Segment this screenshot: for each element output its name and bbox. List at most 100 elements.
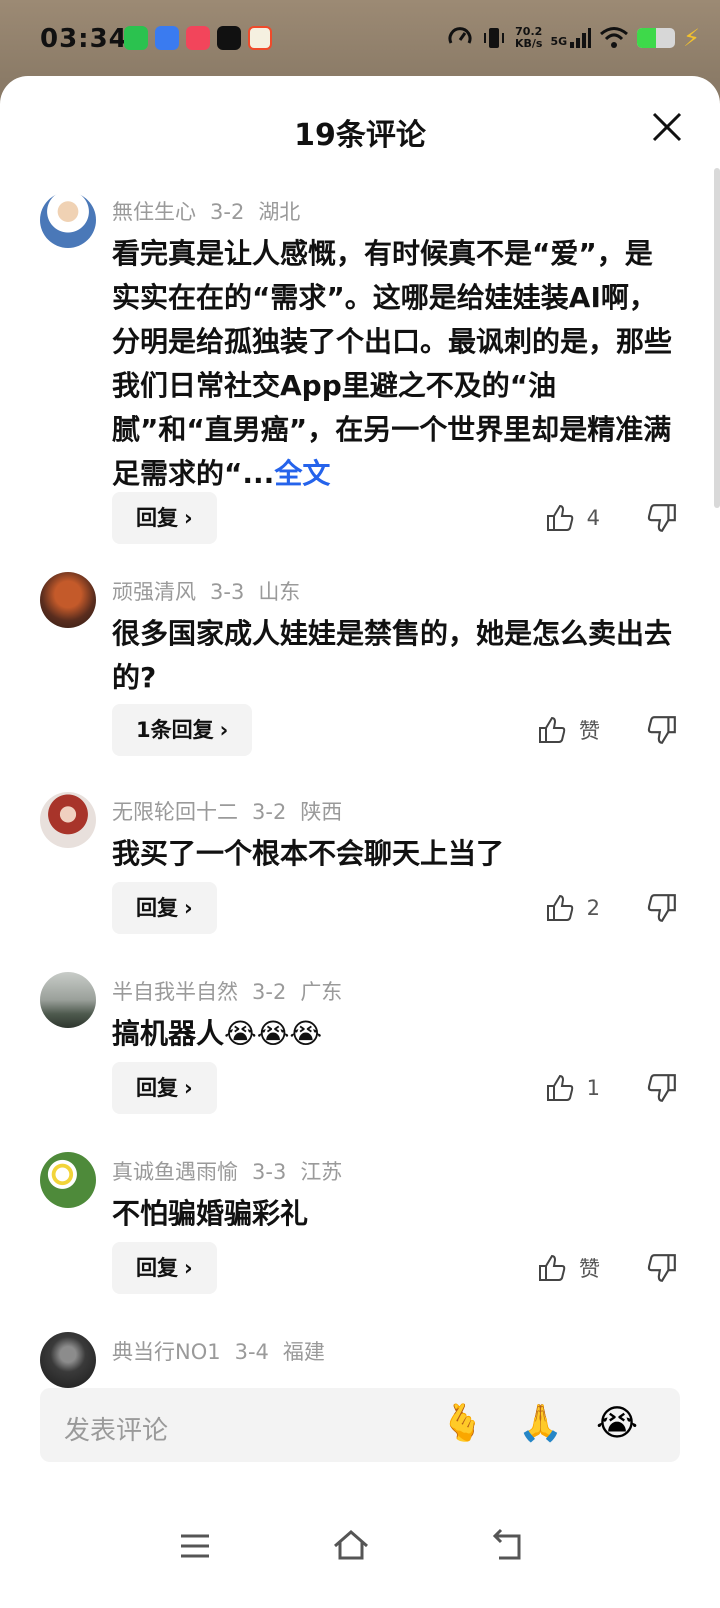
comment-region: 湖北 (258, 200, 301, 224)
wechat-icon (124, 26, 148, 50)
reply-button[interactable]: 回复 › (112, 1062, 217, 1114)
comment-item: 無住生心 3-2 湖北 看完真是让人感慨，有时候真不是“爱”，是实实在在的“需求”。… (0, 182, 720, 552)
baidu-icon (155, 26, 179, 50)
chevron-right-icon: › (184, 1076, 193, 1100)
comment-item: 半自我半自然 3-2 广东 搞机器人😭😭😭 回复 › 1 (0, 962, 720, 1122)
thumbs-down-icon[interactable] (646, 502, 678, 534)
comment-item: 真诚鱼遇雨愉 3-3 江苏 不怕骗婚骗彩礼 回复 › 赞 (0, 1142, 720, 1302)
chevron-right-icon: › (219, 718, 229, 742)
close-icon[interactable] (650, 110, 684, 144)
reply-button-label: 回复 (136, 896, 178, 920)
like-count: 2 (586, 896, 600, 920)
xiaohongshu-icon (186, 26, 210, 50)
comment-date: 3-2 (252, 980, 287, 1004)
status-indicators: 70.2 KB/s 5G ⚡ (447, 24, 700, 52)
comment-input[interactable]: 发表评论 🫰 🙏 😭 (40, 1388, 680, 1462)
comment-username[interactable]: 典当行NO1 (112, 1340, 221, 1364)
comment-text: 搞机器人😭😭😭 (112, 1017, 323, 1050)
menu-icon[interactable] (175, 1526, 215, 1566)
comment-username[interactable]: 真诚鱼遇雨愉 (112, 1160, 238, 1184)
avatar[interactable] (40, 792, 96, 848)
chevron-right-icon: › (184, 506, 193, 530)
thumbs-up-icon (546, 504, 573, 531)
status-app-icons (124, 26, 272, 50)
like-count: 赞 (579, 719, 600, 743)
comment-date: 3-3 (252, 1160, 287, 1184)
avatar[interactable] (40, 1332, 96, 1388)
like-count: 赞 (579, 1257, 600, 1281)
expand-link[interactable]: 全文 (274, 457, 330, 490)
avatar[interactable] (40, 972, 96, 1028)
comment-meta: 顽强清风 3-3 山东 (112, 576, 314, 606)
reply-button-label: 1条回复 (136, 718, 214, 742)
reply-button[interactable]: 回复 › (112, 1242, 217, 1294)
comment-text: 不怕骗婚骗彩礼 (112, 1197, 309, 1230)
comment-input-placeholder: 发表评论 (64, 1416, 169, 1446)
like-count: 4 (586, 506, 600, 530)
back-icon[interactable] (487, 1526, 527, 1566)
like-count: 1 (586, 1076, 600, 1100)
reply-button[interactable]: 回复 › (112, 492, 217, 544)
wifi-icon (600, 27, 629, 48)
comment-date: 3-2 (210, 200, 245, 224)
comment-username[interactable]: 無住生心 (112, 200, 196, 224)
douyin-icon (217, 26, 241, 50)
comment-region: 陕西 (300, 800, 343, 824)
finger-heart-emoji-button[interactable]: 🫰 (440, 1402, 485, 1446)
comment-text-content: 看完真是让人感慨，有时候真不是“爱”，是实实在在的“需求”。这哪是给娃娃装AI啊… (112, 237, 673, 490)
comment-date: 3-4 (234, 1340, 269, 1364)
comment-username[interactable]: 顽强清风 (112, 580, 196, 604)
network-speed: 70.2 KB/s (515, 26, 542, 50)
pray-emoji-button[interactable]: 🙏 (518, 1402, 563, 1446)
thumbs-up-icon (539, 716, 566, 743)
comment-username[interactable]: 无限轮回十二 (112, 800, 238, 824)
thumbs-down-icon[interactable] (646, 714, 678, 746)
reply-button[interactable]: 1条回复 › (112, 704, 253, 756)
comment-region: 福建 (282, 1340, 325, 1364)
sheet-title: 19条评论 (294, 118, 426, 153)
comment-item: 顽强清风 3-3 山东 很多国家成人娃娃是禁售的，她是怎么卖出去的? 1条回复 › … (0, 562, 720, 762)
comment-username[interactable]: 半自我半自然 (112, 980, 238, 1004)
reply-button-label: 回复 (136, 1256, 178, 1280)
avatar[interactable] (40, 192, 96, 248)
signal-bars-icon (570, 28, 592, 48)
comment-meta: 真诚鱼遇雨愉 3-3 江苏 (112, 1156, 356, 1186)
comment-text: 看完真是让人感慨，有时候真不是“爱”，是实实在在的“需求”。这哪是给娃娃装AI啊… (112, 232, 672, 496)
charging-icon: ⚡ (683, 24, 700, 52)
comment-meta: 半自我半自然 3-2 广东 (112, 976, 356, 1006)
like-button[interactable]: 赞 (537, 704, 600, 756)
reply-button[interactable]: 回复 › (112, 882, 217, 934)
reply-button-label: 回复 (136, 1076, 178, 1100)
chevron-right-icon: › (184, 1256, 193, 1280)
comment-text: 我买了一个根本不会聊天上当了 (112, 837, 505, 870)
home-icon[interactable] (331, 1526, 371, 1566)
system-nav-bar (0, 1496, 720, 1608)
comment-date: 3-2 (252, 800, 287, 824)
comment-meta: 典当行NO1 3-4 福建 (112, 1336, 339, 1366)
like-button[interactable]: 赞 (537, 1242, 600, 1294)
network-type: 5G (550, 35, 568, 48)
avatar[interactable] (40, 572, 96, 628)
vibrate-icon (483, 28, 504, 48)
thumbs-down-icon[interactable] (646, 1252, 678, 1284)
like-button[interactable]: 2 (545, 882, 600, 934)
chevron-right-icon: › (184, 896, 193, 920)
reply-button-label: 回复 (136, 506, 178, 530)
comment-text: 很多国家成人娃娃是禁售的，她是怎么卖出去的? (112, 617, 673, 694)
thumbs-down-icon[interactable] (646, 1072, 678, 1104)
speedometer-icon (448, 27, 472, 44)
status-time: 03:34 (40, 24, 128, 54)
speed-unit: KB/s (514, 37, 543, 50)
comment-region: 江苏 (300, 1160, 343, 1184)
battery-fill (637, 28, 657, 48)
avatar[interactable] (40, 1152, 96, 1208)
like-button[interactable]: 4 (545, 492, 600, 544)
toutiao-icon (248, 26, 272, 50)
cry-laugh-emoji-button[interactable]: 😭 (596, 1402, 638, 1446)
like-button[interactable]: 1 (545, 1062, 600, 1114)
thumbs-down-icon[interactable] (646, 892, 678, 924)
comment-meta: 無住生心 3-2 湖北 (112, 196, 314, 226)
comment-region: 山东 (258, 580, 301, 604)
thumbs-up-icon (546, 894, 573, 921)
comment-list[interactable]: 無住生心 3-2 湖北 看完真是让人感慨，有时候真不是“爱”，是实实在在的“需求”。… (0, 176, 720, 1448)
